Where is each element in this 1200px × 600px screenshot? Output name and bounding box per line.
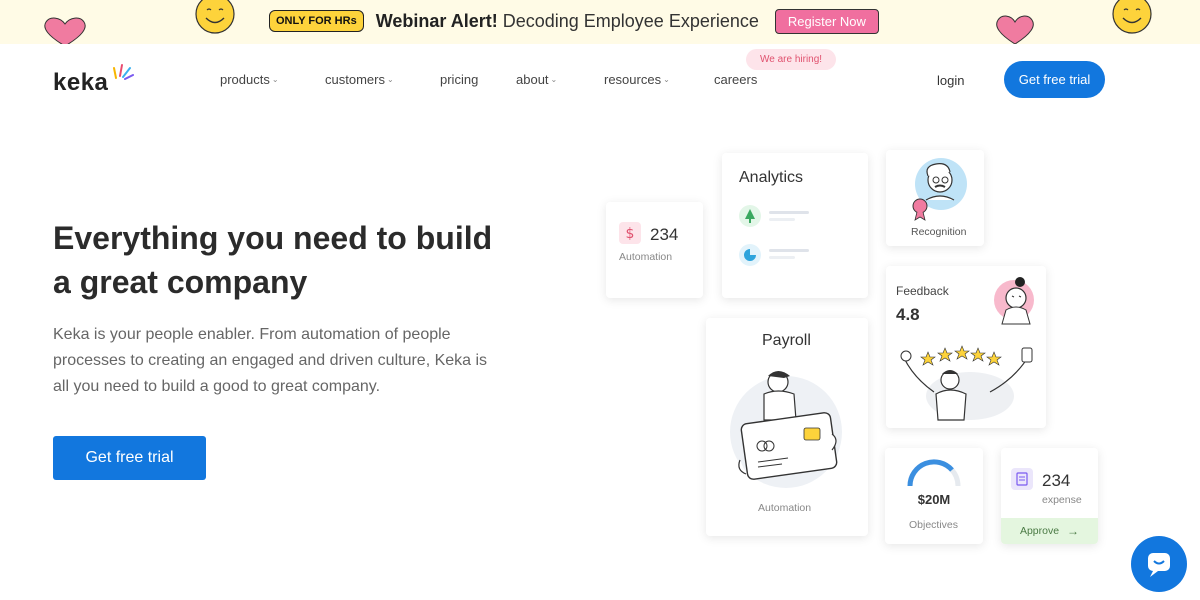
automation-label: Automation	[619, 251, 673, 263]
feedback-card: Feedback 4.8	[886, 266, 1046, 428]
celebration-illustration	[900, 345, 1033, 421]
objectives-value: $20M	[917, 492, 951, 507]
hr-badge: ONLY FOR HRs	[269, 10, 364, 32]
arrow-right-icon: →	[1067, 524, 1080, 538]
chevron-down-icon: ⌄	[386, 75, 394, 84]
expense-label: expense	[1042, 494, 1082, 506]
analytics-title: Analytics	[739, 169, 804, 186]
placeholder-line	[769, 218, 795, 221]
webinar-banner: ONLY FOR HRs Webinar Alert! Decoding Emp…	[0, 0, 1200, 44]
nav-about[interactable]: about ⌄	[516, 72, 557, 87]
chat-widget-button[interactable]	[1131, 536, 1187, 592]
chevron-down-icon: ⌄	[663, 75, 670, 84]
nav-resources-label: resources	[604, 72, 662, 87]
chevron-down-icon: ⌄	[550, 75, 558, 84]
register-now-button[interactable]: Register Now	[774, 8, 879, 34]
automation-card: $ 234 Automation	[606, 202, 703, 298]
payroll-card: Payroll Automation	[706, 318, 868, 536]
nav-customers-label: customers	[325, 72, 385, 87]
smiley-icon	[195, 0, 235, 34]
placeholder-line	[769, 256, 795, 259]
person-medal-illustration	[912, 158, 967, 221]
payroll-card-illustration	[730, 371, 842, 488]
objectives-card: $20M Objectives	[885, 448, 983, 544]
heart-icon	[44, 17, 86, 44]
recognition-label: Recognition	[911, 226, 967, 238]
chat-icon	[1148, 553, 1170, 577]
payroll-title: Payroll	[762, 332, 811, 349]
nav-products-label: products	[220, 72, 270, 87]
webinar-alert-text: Webinar Alert! Decoding Employee Experie…	[376, 11, 759, 32]
expense-count: 234	[1042, 471, 1071, 490]
hero-free-trial-button[interactable]: Get free trial	[53, 436, 206, 480]
dollar-icon: $	[619, 222, 641, 244]
logo-rays-icon	[113, 64, 134, 80]
nav-about-label: about	[516, 72, 549, 87]
automation-count: 234	[650, 225, 679, 244]
feedback-title: Feedback	[896, 284, 949, 298]
objectives-label: Objectives	[909, 519, 959, 531]
main-nav: keka products ⌄ customers ⌄ pricing about ⌄…	[0, 44, 1200, 120]
recognition-card: Recognition	[886, 150, 984, 246]
alert-subtitle: Decoding Employee Experience	[497, 10, 759, 31]
svg-text:$: $	[626, 226, 635, 242]
hero-description: Keka is your people enabler. From automa…	[53, 326, 488, 395]
feedback-rating: 4.8	[896, 305, 920, 324]
alert-title: Webinar Alert!	[375, 10, 498, 31]
progress-gauge	[907, 459, 961, 487]
nav-pricing-label: pricing	[440, 72, 479, 87]
approve-button[interactable]: Approve →	[1001, 518, 1098, 544]
nav-resources[interactable]: resources ⌄	[604, 72, 670, 87]
nav-products[interactable]: products ⌄	[220, 72, 279, 87]
nav-careers[interactable]: careers	[714, 72, 757, 87]
smiley-icon	[1112, 0, 1152, 34]
receipt-icon	[1011, 468, 1033, 490]
chevron-down-icon: ⌄	[271, 75, 279, 84]
payroll-label: Automation	[758, 502, 812, 514]
nav-customers[interactable]: customers ⌄	[325, 72, 394, 87]
approve-label: Approve	[1019, 525, 1060, 537]
nav-careers-label: careers	[714, 72, 758, 87]
placeholder-line	[769, 211, 809, 214]
analytics-card: Analytics	[722, 153, 868, 298]
avatar-illustration	[994, 277, 1034, 325]
hero-title: Everything you need to build a great com…	[53, 220, 493, 300]
banner-content: ONLY FOR HRs Webinar Alert! Decoding Emp…	[269, 6, 879, 36]
nav-pricing[interactable]: pricing	[440, 72, 478, 87]
nav-free-trial-button[interactable]: Get free trial	[1004, 61, 1105, 98]
keka-logo[interactable]: keka	[53, 69, 108, 97]
pie-icon	[739, 244, 761, 266]
placeholder-line	[769, 249, 809, 252]
tree-icon	[739, 205, 761, 227]
hiring-badge[interactable]: We are hiring!	[746, 49, 837, 70]
login-link[interactable]: login	[937, 73, 964, 88]
heart-icon	[996, 15, 1034, 44]
expense-card: 234 expense Approve →	[1001, 448, 1098, 544]
